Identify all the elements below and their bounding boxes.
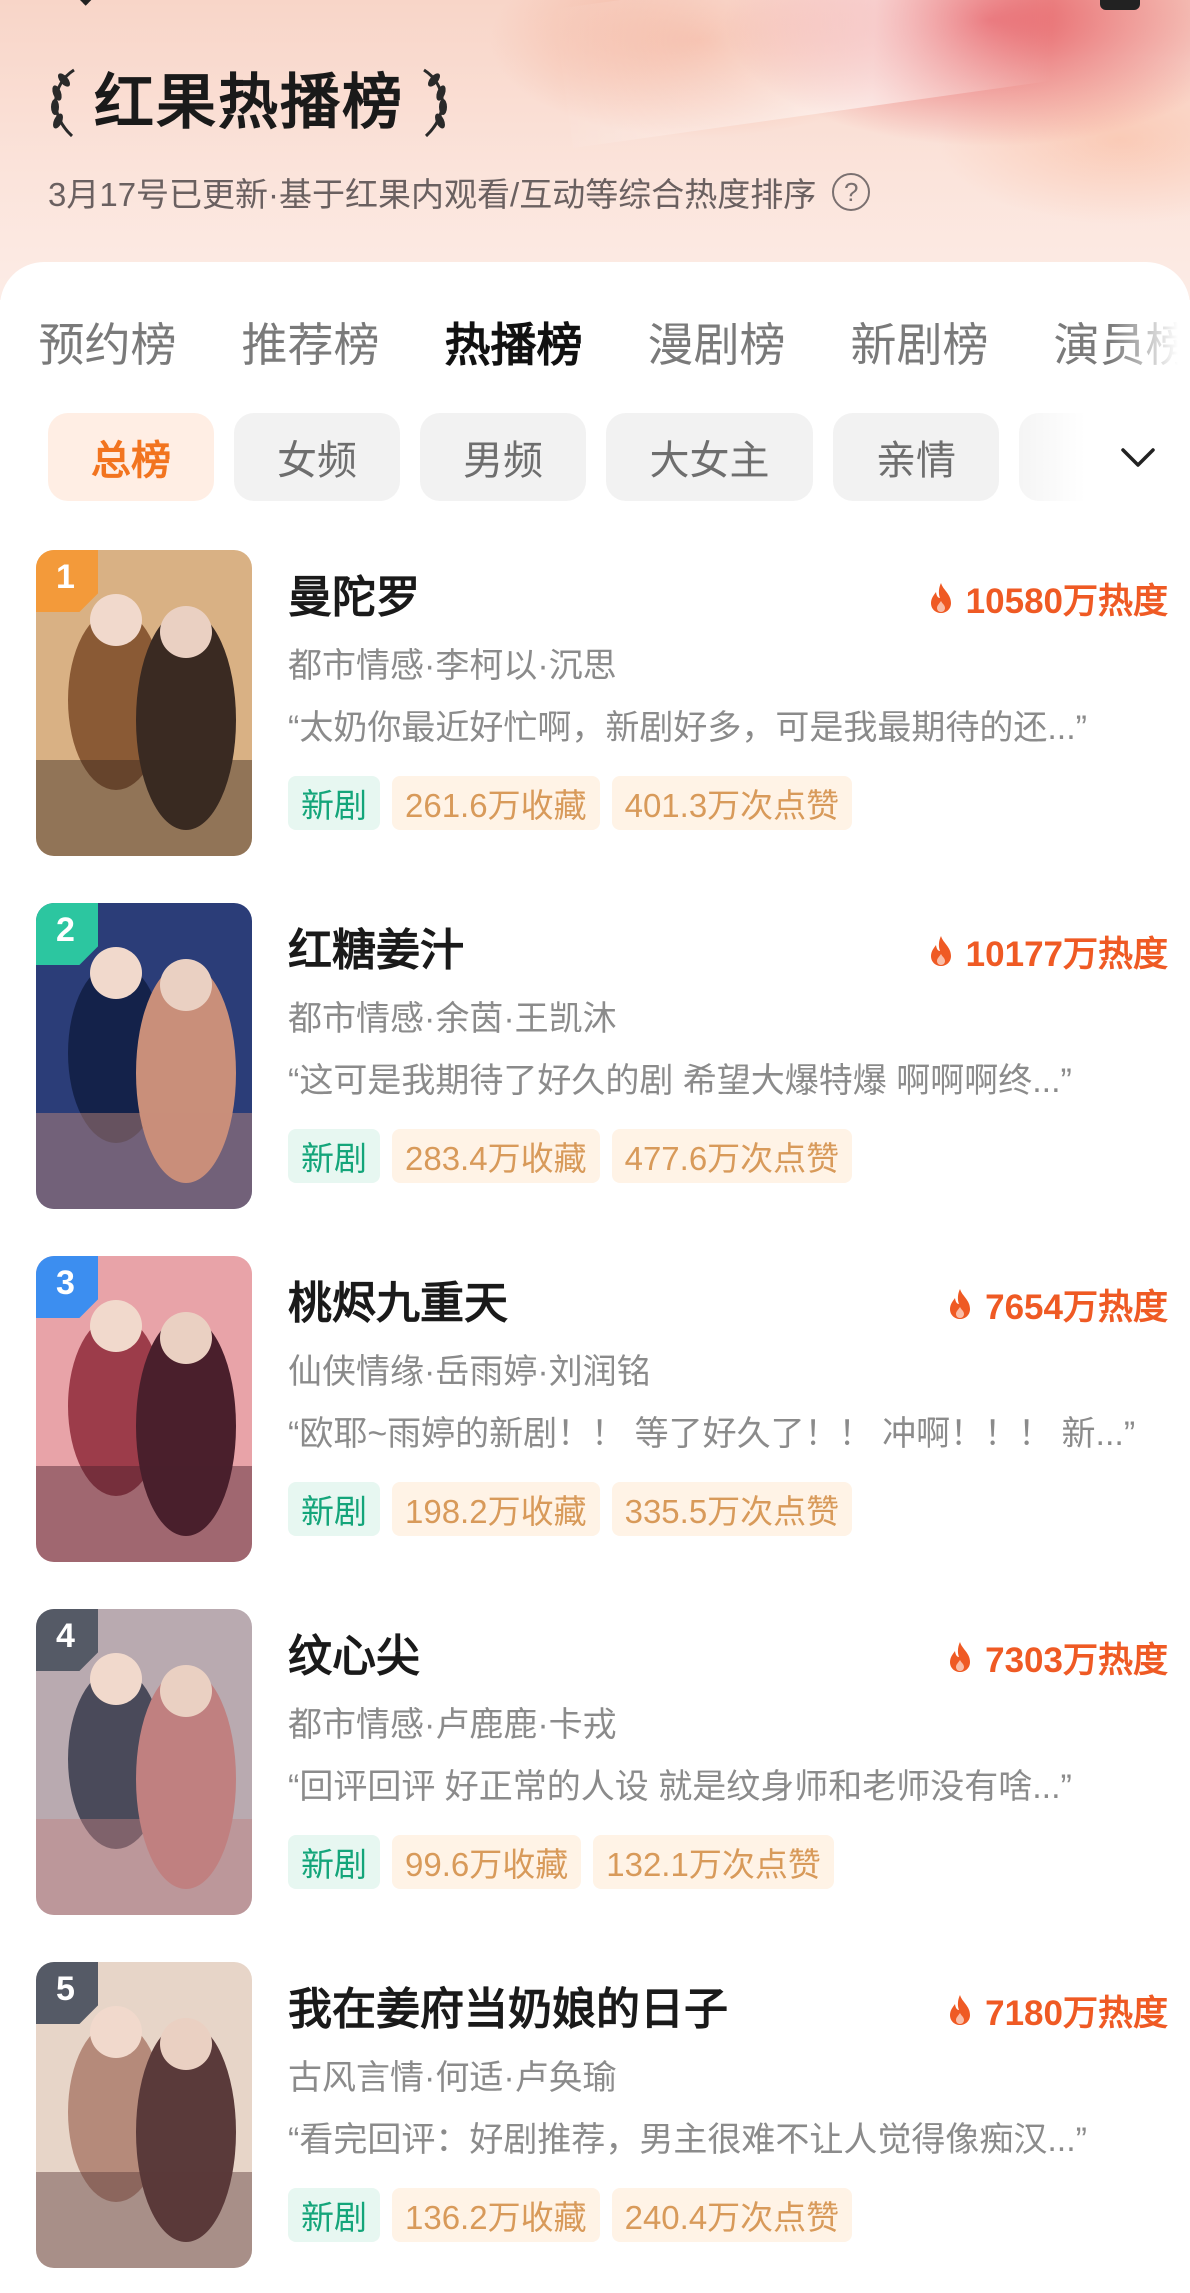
tab-reservation[interactable]: 预约榜 bbox=[6, 310, 209, 380]
fire-icon bbox=[950, 1289, 971, 1319]
filter-all[interactable]: 总榜 bbox=[48, 413, 214, 501]
heat-text: 7303万热度 bbox=[985, 1640, 1168, 1680]
likes-count: 132.1万次点赞 bbox=[593, 1835, 834, 1889]
drama-meta: 都市情感·卢鹿鹿·卡戎 bbox=[288, 1706, 617, 1744]
ranking-item[interactable]: 3 桃烬九重天 7654万热度 仙侠情缘·岳雨婷·刘润铭 “欧耶~雨婷的新剧！！… bbox=[0, 1256, 1190, 1609]
poster-image[interactable]: 1 bbox=[36, 550, 252, 856]
tab-comic[interactable]: 漫剧榜 bbox=[615, 310, 818, 380]
page-title: 红果热播榜 bbox=[94, 69, 404, 136]
header-decoration bbox=[553, 0, 1190, 149]
ranking-list: 1 曼陀罗 10580万热度 都市情感·李柯以·沉思 “太奶你最近好忙啊，新剧好… bbox=[0, 550, 1190, 2293]
fire-icon bbox=[930, 936, 951, 966]
drama-tags: 新剧 261.6万收藏 401.3万次点赞 bbox=[288, 776, 864, 830]
drama-quote: “回评回评 好正常的人设 就是纹身师和老师没有啥...” bbox=[288, 1768, 1072, 1806]
drama-title: 纹心尖 bbox=[288, 1632, 420, 1681]
new-badge: 新剧 bbox=[288, 2188, 380, 2242]
tab-new[interactable]: 新剧榜 bbox=[818, 310, 1021, 380]
drama-quote: “太奶你最近好忙啊，新剧好多，可是我最期待的还...” bbox=[288, 709, 1087, 747]
favorites-count: 198.2万收藏 bbox=[392, 1482, 600, 1536]
new-badge: 新剧 bbox=[288, 1482, 380, 1536]
drama-tags: 新剧 99.6万收藏 132.1万次点赞 bbox=[288, 1835, 846, 1889]
favorites-count: 283.4万收藏 bbox=[392, 1129, 600, 1183]
drama-tags: 新剧 283.4万收藏 477.6万次点赞 bbox=[288, 1129, 864, 1183]
ranking-item[interactable]: 1 曼陀罗 10580万热度 都市情感·李柯以·沉思 “太奶你最近好忙啊，新剧好… bbox=[0, 550, 1190, 903]
ranking-card: 预约榜 推荐榜 热播榜 漫剧榜 新剧榜 演员榜 总榜 女频 男频 大女主 亲情 bbox=[0, 262, 1190, 2293]
rank-badge: 3 bbox=[36, 1256, 98, 1318]
likes-count: 401.3万次点赞 bbox=[611, 776, 853, 830]
fire-icon bbox=[950, 1642, 971, 1672]
share-icon[interactable] bbox=[1100, 0, 1140, 10]
poster-image[interactable]: 3 bbox=[36, 1256, 252, 1562]
heat-text: 10580万热度 bbox=[965, 581, 1168, 621]
favorites-count: 261.6万收藏 bbox=[392, 776, 600, 830]
drama-quote: “欧耶~雨婷的新剧！！ 等了好久了！！ 冲啊！！！ 新...” bbox=[288, 1415, 1136, 1453]
page-title-row: 红果热播榜 bbox=[44, 62, 454, 144]
drama-meta: 古风言情·何适·卢奂瑜 bbox=[288, 2059, 617, 2097]
new-badge: 新剧 bbox=[288, 1129, 380, 1183]
drama-quote: “这可是我期待了好久的剧 希望大爆特爆 啊啊啊终...” bbox=[288, 1062, 1072, 1100]
heat-text: 7654万热度 bbox=[985, 1287, 1168, 1327]
back-icon[interactable] bbox=[80, 0, 96, 6]
drama-title: 我在姜府当奶娘的日子 bbox=[288, 1985, 728, 2034]
drama-meta: 都市情感·李柯以·沉思 bbox=[288, 647, 617, 685]
likes-count: 240.4万次点赞 bbox=[611, 2188, 853, 2242]
ranking-item[interactable]: 5 我在姜府当奶娘的日子 7180万热度 古风言情·何适·卢奂瑜 “看完回评：好… bbox=[0, 1962, 1190, 2293]
heat-score: 7303万热度 bbox=[947, 1633, 1168, 1681]
poster-image[interactable]: 5 bbox=[36, 1962, 252, 2268]
drama-title: 桃烬九重天 bbox=[288, 1279, 508, 1328]
help-icon[interactable]: ? bbox=[832, 173, 871, 211]
poster-image[interactable]: 2 bbox=[36, 903, 252, 1209]
tab-hot[interactable]: 热播榜 bbox=[412, 310, 615, 380]
chevron-down-icon[interactable] bbox=[1110, 430, 1166, 486]
likes-count: 477.6万次点赞 bbox=[611, 1129, 853, 1183]
drama-meta: 都市情感·余茵·王凯沐 bbox=[288, 1000, 617, 1038]
laurel-right-icon bbox=[423, 68, 447, 138]
fire-icon bbox=[950, 1995, 971, 2025]
rank-badge: 5 bbox=[36, 1962, 98, 2024]
drama-quote: “看完回评：好剧推荐，男主很难不让人觉得像痴汉...” bbox=[288, 2121, 1087, 2159]
drama-title: 红糖姜汁 bbox=[288, 926, 464, 975]
fire-icon bbox=[930, 583, 951, 613]
filter-female[interactable]: 女频 bbox=[234, 413, 400, 501]
ranking-tabs: 预约榜 推荐榜 热播榜 漫剧榜 新剧榜 演员榜 bbox=[0, 310, 1190, 380]
page-header: 红果热播榜 3月17号已更新·基于红果内观看/互动等综合热度排序 ? bbox=[0, 0, 1190, 300]
likes-count: 335.5万次点赞 bbox=[611, 1482, 853, 1536]
tab-recommend[interactable]: 推荐榜 bbox=[209, 310, 412, 380]
drama-tags: 新剧 198.2万收藏 335.5万次点赞 bbox=[288, 1482, 864, 1536]
heat-text: 10177万热度 bbox=[965, 934, 1168, 974]
favorites-count: 136.2万收藏 bbox=[392, 2188, 600, 2242]
update-info: 3月17号已更新·基于红果内观看/互动等综合热度排序 ? bbox=[48, 168, 871, 216]
filter-male[interactable]: 男频 bbox=[420, 413, 586, 501]
filter-heroine[interactable]: 大女主 bbox=[606, 413, 813, 501]
new-badge: 新剧 bbox=[288, 1835, 380, 1889]
heat-score: 7654万热度 bbox=[947, 1280, 1168, 1328]
drama-tags: 新剧 136.2万收藏 240.4万次点赞 bbox=[288, 2188, 864, 2242]
ranking-item[interactable]: 4 纹心尖 7303万热度 都市情感·卢鹿鹿·卡戎 “回评回评 好正常的人设 就… bbox=[0, 1609, 1190, 1962]
drama-meta: 仙侠情缘·岳雨婷·刘润铭 bbox=[288, 1353, 651, 1391]
heat-score: 10580万热度 bbox=[928, 574, 1168, 622]
filter-family[interactable]: 亲情 bbox=[833, 413, 999, 501]
laurel-left-icon bbox=[51, 68, 75, 138]
update-subtitle: 3月17号已更新·基于红果内观看/互动等综合热度排序 bbox=[48, 176, 817, 213]
ranking-item[interactable]: 2 红糖姜汁 10177万热度 都市情感·余茵·王凯沐 “这可是我期待了好久的剧… bbox=[0, 903, 1190, 1256]
heat-score: 7180万热度 bbox=[947, 1986, 1168, 2034]
heat-text: 7180万热度 bbox=[985, 1993, 1168, 2033]
drama-title: 曼陀罗 bbox=[288, 573, 420, 622]
favorites-count: 99.6万收藏 bbox=[392, 1835, 582, 1889]
poster-image[interactable]: 4 bbox=[36, 1609, 252, 1915]
heat-score: 10177万热度 bbox=[928, 927, 1168, 975]
tabs-fade bbox=[1110, 302, 1190, 392]
rank-badge: 4 bbox=[36, 1609, 98, 1671]
new-badge: 新剧 bbox=[288, 776, 380, 830]
